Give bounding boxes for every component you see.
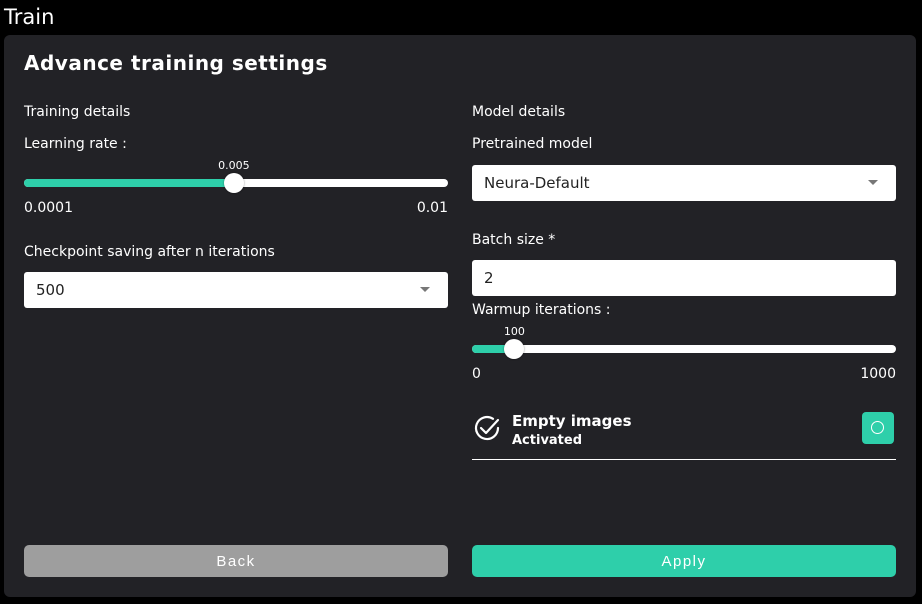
- learning-rate-label: Learning rate :: [24, 136, 127, 152]
- empty-images-toggle-row: Empty images Activated: [472, 405, 896, 460]
- panel-title: Advance training settings: [24, 51, 328, 75]
- model-details-heading: Model details: [472, 104, 566, 120]
- warmup-label: Warmup iterations :: [472, 302, 611, 318]
- learning-rate-value: 0.005: [218, 159, 250, 172]
- apply-button[interactable]: Apply: [472, 545, 896, 577]
- learning-rate-max: 0.01: [416, 200, 448, 216]
- pretrained-model-selected-value: Neura-Default: [484, 174, 590, 192]
- warmup-slider-thumb[interactable]: [504, 339, 525, 359]
- checkpoint-select[interactable]: 500: [24, 272, 448, 308]
- learning-rate-slider-thumb[interactable]: [223, 173, 244, 193]
- pretrained-model-select[interactable]: Neura-Default: [472, 165, 896, 201]
- pretrained-model-label: Pretrained model: [472, 136, 593, 152]
- empty-images-status: Activated: [512, 433, 583, 448]
- learning-rate-min: 0.0001: [24, 200, 73, 216]
- empty-images-title: Empty images: [512, 412, 632, 430]
- warmup-slider[interactable]: 100: [472, 325, 896, 365]
- checkpoint-selected-value: 500: [36, 281, 65, 299]
- check-circle-icon: [474, 415, 500, 441]
- training-settings-panel: Advance training settings Training detai…: [4, 35, 916, 597]
- checkpoint-label: Checkpoint saving after n iterations: [24, 244, 275, 260]
- warmup-max: 1000: [860, 366, 896, 382]
- page-title: Train: [4, 5, 55, 29]
- empty-images-toggle[interactable]: [862, 412, 894, 444]
- circle-toggle-icon: [871, 421, 884, 434]
- caret-down-icon: [868, 180, 878, 185]
- warmup-value: 100: [503, 325, 525, 338]
- training-details-heading: Training details: [24, 104, 131, 120]
- batch-size-input[interactable]: [472, 260, 896, 296]
- back-button[interactable]: Back: [24, 545, 448, 577]
- slider-fill: [24, 179, 234, 187]
- learning-rate-slider[interactable]: 0.005: [24, 159, 448, 199]
- warmup-min: 0: [472, 366, 481, 382]
- caret-down-icon: [420, 287, 430, 292]
- batch-size-label: Batch size *: [472, 232, 556, 248]
- slider-track: [472, 345, 896, 353]
